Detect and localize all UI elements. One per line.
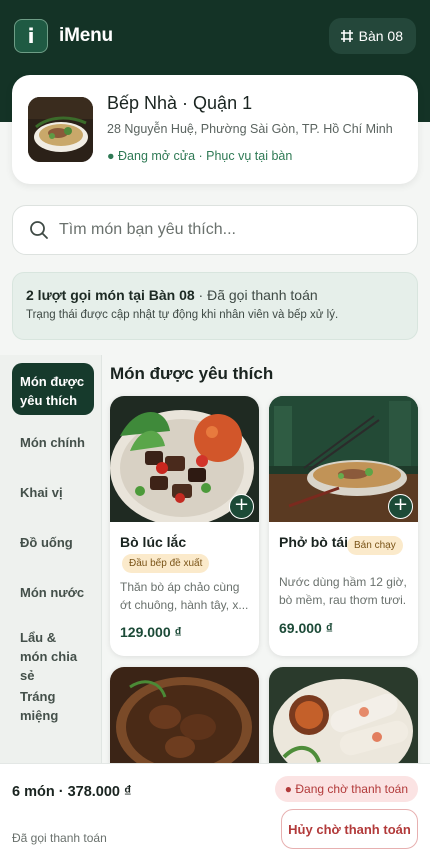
dish-description: Nước dùng hầm 12 giờ, bò mềm, rau thơm t…: [279, 575, 407, 607]
brand[interactable]: i iMenu: [14, 19, 113, 53]
category-desserts[interactable]: Tráng miệng: [12, 687, 94, 725]
dish-tag: Đầu bếp đề xuất: [122, 554, 210, 573]
payment-pending-badge: ● Đang chờ thanh toán: [274, 776, 418, 802]
category-appetizers[interactable]: Khai vị: [12, 483, 94, 502]
add-dish-button[interactable]: +: [388, 494, 413, 519]
restaurant-card: Bếp Nhà · Quận 1 28 Nguyễn Huệ, Phường S…: [12, 75, 418, 184]
dish-name: Bò lúc lắc: [120, 534, 187, 550]
order-summary-bar: 6 món · 378.000 ₫ Đã gọi thanh toán ● Đa…: [0, 763, 430, 860]
order-status-title: 2 lượt gọi món tại Bàn 08 · Đã gọi thanh…: [26, 287, 318, 303]
category-sidebar: Món được yêu thích Món chính Khai vị Đồ …: [0, 355, 102, 765]
restaurant-name: Bếp Nhà · Quận 1: [107, 93, 253, 113]
dish-description: Thăn bò áp chảo cùng ớt chuông, hành tây…: [120, 580, 249, 612]
search-placeholder: Tìm món bạn yêu thích...: [59, 221, 236, 238]
section-title: Món được yêu thích: [110, 364, 274, 383]
restaurant-address: 28 Nguyễn Huệ, Phường Sài Gòn, TP. Hồ Ch…: [107, 122, 393, 136]
dish-card[interactable]: + Phở bò tái Bán chạy Nước dùng hầm 12 g…: [269, 396, 418, 656]
category-soups[interactable]: Món nước: [12, 583, 94, 602]
hash-grid-icon: [340, 30, 353, 42]
restaurant-status: ● Đang mở cửa · Phục vụ tại bàn: [107, 149, 293, 163]
order-status-banner: 2 lượt gọi món tại Bàn 08 · Đã gọi thanh…: [12, 272, 418, 340]
dish-tag: Bán chạy: [347, 536, 403, 555]
dish-image: +: [269, 396, 418, 522]
table-chip[interactable]: Bàn 08: [328, 18, 416, 54]
dish-name: Phở bò tái: [279, 534, 349, 550]
dish-image: +: [110, 396, 259, 522]
order-status-note: Trạng thái được cập nhật tự động khi nhâ…: [26, 309, 339, 321]
add-dish-button[interactable]: +: [229, 494, 254, 519]
restaurant-thumbnail: [28, 97, 93, 162]
imenu-logo-icon: i: [14, 19, 48, 53]
category-favorites[interactable]: Món được yêu thích: [12, 363, 94, 415]
search-input[interactable]: Tìm món bạn yêu thích...: [12, 205, 418, 255]
order-summary-status: Đã gọi thanh toán: [12, 831, 107, 845]
order-summary-total: 6 món · 378.000 ₫: [12, 784, 132, 800]
app-name: iMenu: [59, 25, 113, 46]
dish-price: 69.000 ₫: [279, 620, 333, 636]
category-drinks[interactable]: Đồ uống: [12, 533, 94, 552]
category-main[interactable]: Món chính: [12, 433, 94, 452]
dish-price: 129.000 ₫: [120, 624, 182, 640]
dish-card[interactable]: + Bò lúc lắc Đầu bếp đề xuất Thăn bò áp …: [110, 396, 259, 656]
table-label: Bàn 08: [358, 28, 403, 44]
category-hotpot[interactable]: Lẩu & món chia sẻ: [12, 628, 94, 685]
cancel-payment-request-button[interactable]: Hủy chờ thanh toán: [281, 809, 418, 849]
search-icon: [30, 221, 48, 239]
